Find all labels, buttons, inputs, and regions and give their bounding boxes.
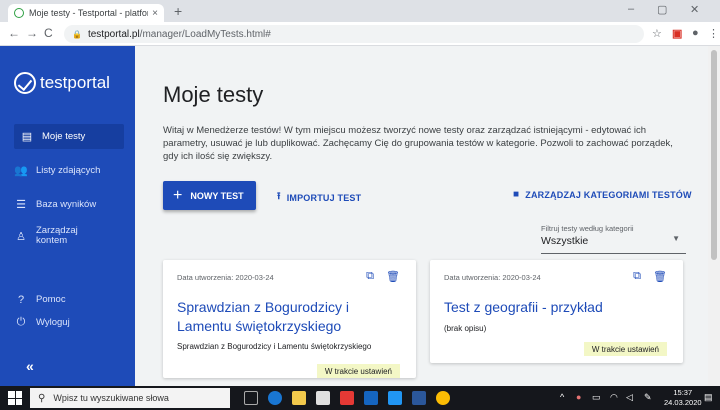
sidebar-item-wyloguj[interactable]: ⏻ Wyloguj — [14, 316, 124, 329]
help-icon: ? — [17, 294, 25, 306]
notification-icon[interactable]: ▤ — [704, 392, 713, 403]
windows-start-icon[interactable] — [8, 391, 22, 405]
tab-title: Moje testy - Testportal - platform — [29, 8, 149, 18]
app-icon[interactable] — [364, 391, 378, 405]
browser-tab-strip: Moje testy - Testportal - platform × + –… — [0, 0, 720, 22]
task-view-icon[interactable] — [244, 391, 258, 405]
page-title: Moje testy — [163, 82, 264, 107]
profile-icon[interactable]: ● — [692, 27, 699, 39]
plus-icon: + — [173, 186, 183, 204]
test-card: Data utworzenia: 2020-03-24 ⧉ 🗑 Sprawdzi… — [163, 260, 416, 378]
extension-icon[interactable]: ▣ — [672, 27, 682, 40]
list-icon: ▤ — [21, 131, 33, 143]
file-explorer-icon[interactable] — [292, 391, 306, 405]
tray-volume-icon[interactable]: ◁ — [626, 392, 633, 403]
table-icon: ☰ — [16, 199, 26, 211]
app-icon[interactable] — [388, 391, 402, 405]
testportal-favicon-icon — [14, 8, 24, 18]
tray-pen-icon[interactable]: ✎ — [644, 392, 652, 403]
card-date: Data utworzenia: 2020-03-24 — [177, 273, 274, 282]
card-description: Sprawdzian z Bogurodzicy i Lamentu święt… — [177, 342, 372, 351]
url-input[interactable]: 🔒 testportal.pl/manager/LoadMyTests.html… — [64, 25, 644, 43]
sidebar: testportal ▤ Moje testy 👥 Listy zdającyc… — [0, 46, 135, 386]
store-icon[interactable] — [316, 391, 330, 405]
import-test-button[interactable]: ⭱ IMPORTUJ TEST — [277, 189, 361, 206]
bookmark-star-icon[interactable]: ☆ — [652, 27, 662, 40]
new-tab-icon[interactable]: + — [174, 3, 182, 19]
card-title-link[interactable]: Test z geografii - przykład — [444, 298, 669, 317]
person-icon: ♙ — [16, 230, 26, 243]
test-card: Data utworzenia: 2020-03-24 ⧉ 🗑 Test z g… — [430, 260, 683, 363]
intro-text: Witaj w Menedżerze testów! W tym miejscu… — [163, 125, 673, 162]
delete-icon[interactable]: 🗑 — [653, 270, 667, 283]
filter-value: Wszystkie — [541, 235, 589, 247]
sidebar-item-moje-testy[interactable]: ▤ Moje testy — [14, 124, 124, 149]
url-text: testportal.pl/manager/LoadMyTests.html# — [87, 28, 271, 40]
status-badge: W trakcie ustawień — [583, 342, 667, 356]
sidebar-item-baza-wynikow[interactable]: ☰ Baza wyników — [14, 198, 124, 211]
minimize-icon[interactable]: – — [628, 3, 634, 15]
main-content: Moje testy Witaj w Menedżerze testów! W … — [135, 46, 708, 386]
delete-icon[interactable]: 🗑 — [386, 270, 400, 283]
sidebar-item-listy-zdajacych[interactable]: 👥 Listy zdających — [14, 164, 124, 177]
sidebar-item-zarzadzaj-kontem[interactable]: ♙ Zarządzaj kontem — [14, 226, 124, 246]
browser-menu-icon[interactable]: ⋮ — [708, 27, 719, 40]
dropdown-arrow-icon: ▼ — [672, 234, 680, 243]
duplicate-icon[interactable]: ⧉ — [366, 270, 374, 283]
word-icon[interactable] — [412, 391, 426, 405]
reload-icon[interactable]: C — [44, 26, 53, 40]
tray-wifi-icon[interactable]: ◠ — [610, 392, 618, 403]
page-scrollbar[interactable] — [708, 46, 720, 386]
edge-icon[interactable] — [268, 391, 282, 405]
scrollbar-thumb[interactable] — [711, 50, 717, 260]
card-date: Data utworzenia: 2020-03-24 — [444, 273, 541, 282]
close-window-icon[interactable]: ✕ — [690, 3, 699, 16]
sidebar-item-pomoc[interactable]: ? Pomoc — [14, 294, 124, 306]
back-icon[interactable]: ← — [8, 26, 20, 40]
taskbar-search-input[interactable]: ⚲ Wpisz tu wyszukiwane słowa — [30, 388, 230, 408]
upload-icon: ⭱ — [277, 191, 281, 202]
tray-battery-icon[interactable]: ▭ — [592, 392, 601, 403]
lock-icon: 🔒 — [72, 29, 82, 39]
duplicate-icon[interactable]: ⧉ — [633, 270, 641, 283]
manage-categories-button[interactable]: ■ ZARZĄDZAJ KATEGORIAMI TESTÓW — [513, 189, 692, 200]
chrome-icon[interactable] — [436, 391, 450, 405]
forward-icon[interactable]: → — [26, 26, 38, 40]
people-icon: 👥 — [14, 165, 28, 177]
card-description: (brak opisu) — [444, 324, 487, 333]
category-filter-select[interactable]: Filtruj testy według kategorii Wszystkie… — [541, 224, 686, 254]
card-title-link[interactable]: Sprawdzian z Bogurodzicy i Lamentu święt… — [177, 298, 402, 336]
filter-label: Filtruj testy według kategorii — [541, 224, 634, 233]
collapse-sidebar-icon[interactable]: « — [26, 358, 34, 374]
new-test-button[interactable]: + NOWY TEST — [163, 181, 256, 210]
taskbar-clock[interactable]: 15:37 24.03.2020 — [664, 388, 702, 408]
address-bar: ← → C 🔒 testportal.pl/manager/LoadMyTest… — [0, 22, 720, 46]
search-icon: ⚲ — [38, 392, 46, 404]
checkmark-logo-icon — [14, 72, 36, 94]
app-icon[interactable] — [340, 391, 354, 405]
testportal-logo[interactable]: testportal — [14, 72, 110, 94]
folder-icon: ■ — [513, 189, 520, 200]
tray-app-icon[interactable]: ● — [576, 392, 581, 402]
status-badge: W trakcie ustawień — [316, 364, 400, 378]
power-icon: ⏻ — [16, 316, 26, 328]
tab-close-icon[interactable]: × — [152, 8, 158, 19]
maximize-icon[interactable]: ▢ — [657, 3, 667, 16]
tray-chevron-icon[interactable]: ^ — [560, 392, 564, 402]
windows-taskbar: ⚲ Wpisz tu wyszukiwane słowa ^ ● ▭ ◠ ◁ ✎… — [0, 386, 720, 410]
browser-tab[interactable]: Moje testy - Testportal - platform × — [8, 4, 164, 22]
